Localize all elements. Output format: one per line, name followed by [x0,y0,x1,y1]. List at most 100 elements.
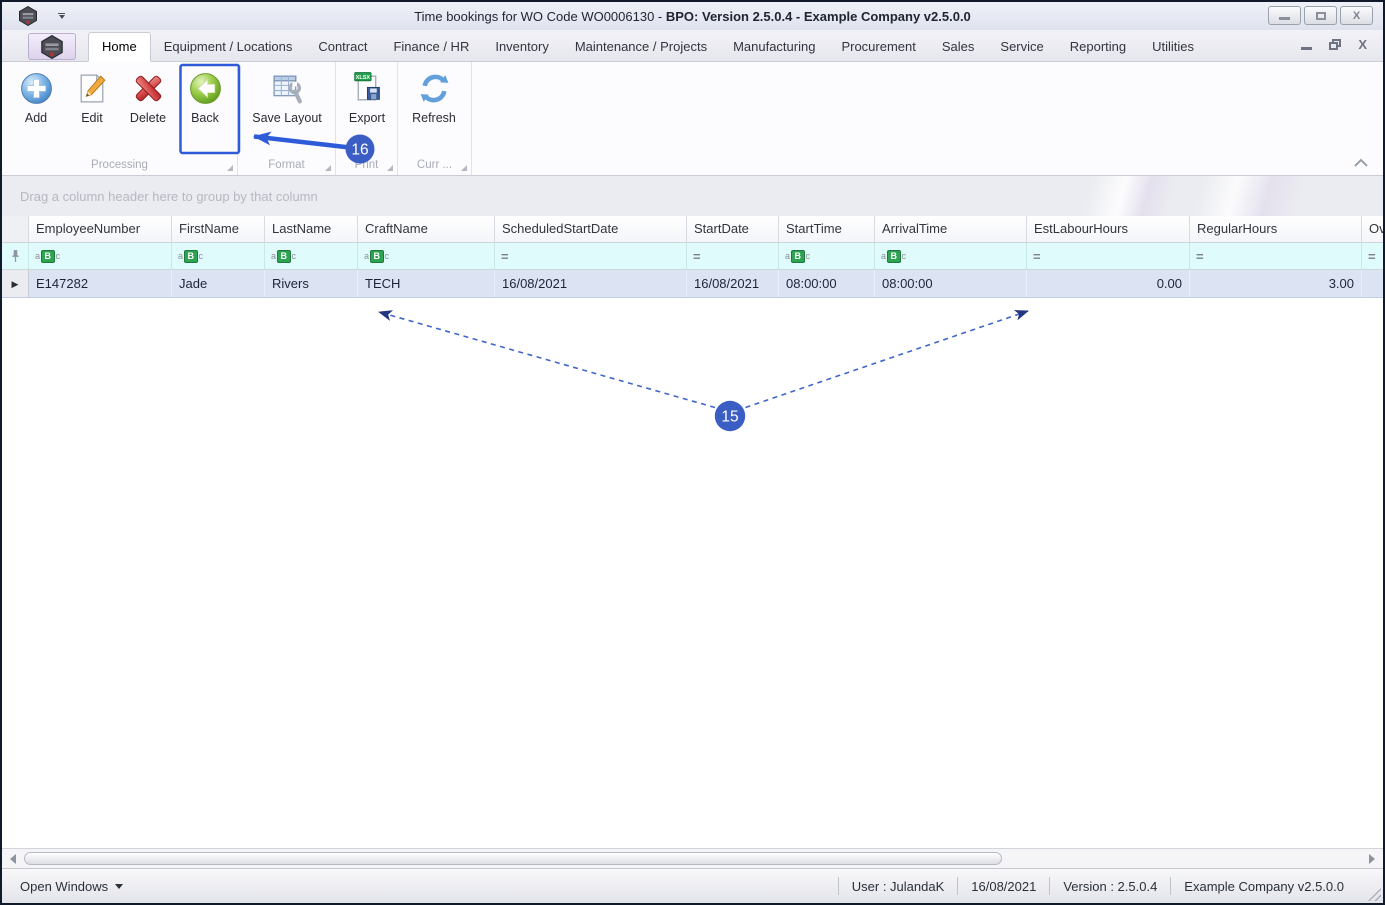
grid-header-row: EmployeeNumber FirstName LastName CraftN… [2,216,1383,243]
mdi-restore-button[interactable] [1329,39,1342,50]
tab-manufacturing[interactable]: Manufacturing [720,33,828,61]
add-button-label: Add [24,111,48,125]
mdi-minimize-icon [1301,47,1313,50]
status-date: 16/08/2021 [971,878,1037,894]
cell-overtime[interactable] [1362,270,1383,297]
cell-employeenumber[interactable]: E147282 [29,270,172,297]
cell-starttime[interactable]: 08:00:00 [779,270,875,297]
open-windows-button[interactable]: Open Windows [2,869,137,903]
mdi-minimize-button[interactable] [1301,39,1313,50]
resize-grip[interactable] [1368,888,1381,901]
status-bar: Open Windows User : JulandaK 16/08/2021 … [2,868,1383,903]
column-header-lastname[interactable]: LastName [265,216,358,242]
close-button[interactable]: X [1340,6,1373,25]
tab-contract[interactable]: Contract [305,33,380,61]
group-dialog-launcher-icon[interactable] [387,165,393,171]
chevron-down-icon [115,883,124,889]
mdi-close-button[interactable]: X [1358,37,1367,52]
refresh-button[interactable]: Refresh [402,67,466,125]
filter-overtime[interactable]: = [1362,243,1383,269]
ribbon-tabs: Home Equipment / Locations Contract Fina… [88,30,1207,62]
delete-button[interactable]: Delete [120,67,176,125]
cell-estlabourhours[interactable]: 0.00 [1027,270,1190,297]
filter-firstname[interactable]: aBc [172,243,265,269]
export-button[interactable]: XLSX Export [339,67,395,125]
tab-reporting[interactable]: Reporting [1057,33,1139,61]
filter-starttime[interactable]: aBc [779,243,875,269]
text-filter-icon: aBc [881,249,907,263]
column-header-startdate[interactable]: StartDate [687,216,779,242]
column-header-scheduledstartdate[interactable]: ScheduledStartDate [495,216,687,242]
cell-startdate[interactable]: 16/08/2021 [687,270,779,297]
column-header-arrivaltime[interactable]: ArrivalTime [875,216,1027,242]
tab-inventory[interactable]: Inventory [482,33,561,61]
ribbon: Add Edit Delete Back Processing Save Lay… [2,62,1383,176]
group-dialog-launcher-icon[interactable] [325,165,331,171]
cell-lastname[interactable]: Rivers [265,270,358,297]
row-selected-indicator: ▶ [2,270,29,297]
filter-craftname[interactable]: aBc [358,243,495,269]
tab-maintenance-projects[interactable]: Maintenance / Projects [562,33,720,61]
column-header-craftname[interactable]: CraftName [358,216,495,242]
tab-finance-hr[interactable]: Finance / HR [380,33,482,61]
cell-regularhours[interactable]: 3.00 [1190,270,1362,297]
column-header-firstname[interactable]: FirstName [172,216,265,242]
minimize-button[interactable] [1268,6,1301,25]
ribbon-group-format: Save Layout Format [238,62,336,175]
tab-utilities[interactable]: Utilities [1139,33,1207,61]
delete-button-label: Delete [129,111,167,125]
scroll-left-icon[interactable] [10,854,16,864]
cell-firstname[interactable]: Jade [172,270,265,297]
ribbon-group-label-processing: Processing [91,159,148,171]
tab-procurement[interactable]: Procurement [828,33,928,61]
cell-craftname[interactable]: TECH [358,270,495,297]
group-dialog-launcher-icon[interactable] [461,165,467,171]
cell-scheduledstartdate[interactable]: 16/08/2021 [495,270,687,297]
export-button-label: Export [348,111,386,125]
filter-estlabourhours[interactable]: = [1027,243,1190,269]
application-menu-button[interactable] [28,33,76,60]
back-button-label: Back [191,111,219,125]
filter-regularhours[interactable]: = [1190,243,1362,269]
text-filter-icon: aBc [364,249,390,263]
scrollbar-thumb[interactable] [24,852,1002,865]
column-header-employeenumber[interactable]: EmployeeNumber [29,216,172,242]
column-header-starttime[interactable]: StartTime [779,216,875,242]
add-button[interactable]: Add [8,67,64,125]
group-by-panel[interactable]: Drag a column header here to group by th… [2,176,1383,216]
back-icon [189,73,221,104]
group-dialog-launcher-icon[interactable] [227,165,233,171]
tab-equipment-locations[interactable]: Equipment / Locations [151,33,306,61]
maximize-icon [1315,11,1326,20]
scroll-right-icon[interactable] [1369,854,1375,864]
export-xlsx-badge: XLSX [355,75,370,81]
save-layout-button-label: Save Layout [252,111,322,125]
filter-scheduledstartdate[interactable]: = [495,243,687,269]
ribbon-tab-bar: Home Equipment / Locations Contract Fina… [2,30,1383,62]
back-button[interactable]: Back [176,67,234,125]
filter-row-indicator [2,243,29,269]
title-bar: Time bookings for WO Code WO0006130 - BP… [2,2,1383,30]
mdi-close-icon: X [1358,37,1367,52]
edit-button[interactable]: Edit [64,67,120,125]
filter-lastname[interactable]: aBc [265,243,358,269]
horizontal-scrollbar[interactable] [2,848,1383,868]
maximize-button[interactable] [1304,6,1337,25]
tab-sales[interactable]: Sales [929,33,988,61]
table-row[interactable]: ▶ E147282 Jade Rivers TECH 16/08/2021 16… [2,270,1383,298]
ribbon-collapse-icon[interactable] [1353,158,1369,168]
text-filter-icon: aBc [35,249,61,263]
app-menu-logo-icon [41,34,63,59]
grid-filter-row: aBc aBc aBc aBc = = aBc aBc = = = [2,243,1383,270]
column-header-overtime[interactable]: Ov [1362,216,1383,242]
cell-arrivaltime[interactable]: 08:00:00 [875,270,1027,297]
tab-home[interactable]: Home [88,32,151,62]
column-header-regularhours[interactable]: RegularHours [1190,216,1362,242]
tab-service[interactable]: Service [987,33,1056,61]
save-layout-button[interactable]: Save Layout [243,67,331,125]
column-header-estlabourhours[interactable]: EstLabourHours [1027,216,1190,242]
filter-arrivaltime[interactable]: aBc [875,243,1027,269]
filter-employeenumber[interactable]: aBc [29,243,172,269]
text-filter-icon: aBc [271,249,297,263]
filter-startdate[interactable]: = [687,243,779,269]
